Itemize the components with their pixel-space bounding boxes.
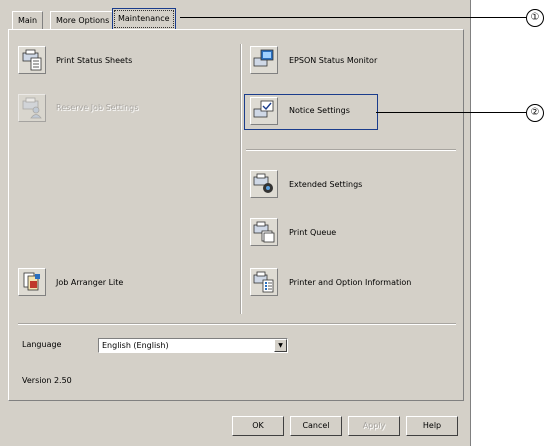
callout-line-1 (180, 17, 526, 18)
reserve-job-settings-label: Reserve Job Settings (56, 103, 139, 112)
notice-settings-icon (253, 100, 274, 118)
printer-person-icon (22, 97, 42, 119)
tab-main[interactable]: Main (12, 11, 44, 29)
chevron-down-icon[interactable]: ▼ (274, 339, 287, 352)
callout-marker-1: ① (526, 9, 544, 27)
language-value: English (English) (102, 341, 169, 350)
version-text: Version 2.50 (22, 376, 72, 385)
extended-settings-label: Extended Settings (289, 180, 363, 189)
reserve-job-settings-button[interactable] (18, 94, 46, 122)
printer-properties-dialog: Main More Options Maintenance Print Stat… (0, 0, 471, 446)
callout-marker-2: ② (526, 104, 544, 122)
tab-maintenance[interactable]: Maintenance (112, 8, 176, 30)
printer-option-info-button[interactable] (250, 268, 278, 296)
help-button[interactable]: Help (406, 416, 458, 436)
job-arranger-lite-label: Job Arranger Lite (56, 278, 124, 287)
right-separator (246, 149, 456, 151)
language-select[interactable]: English (English) ▼ (98, 338, 288, 353)
print-queue-icon (253, 221, 275, 243)
tab-more-options[interactable]: More Options (50, 11, 116, 29)
print-queue-button[interactable] (250, 218, 278, 246)
column-separator (240, 44, 242, 314)
extended-settings-icon (253, 173, 273, 193)
apply-button[interactable]: Apply (348, 416, 400, 436)
ok-button[interactable]: OK (232, 416, 284, 436)
print-queue-label: Print Queue (289, 228, 337, 237)
language-label: Language (22, 340, 62, 349)
printer-option-info-label: Printer and Option Information (289, 278, 412, 287)
cancel-button[interactable]: Cancel (290, 416, 342, 436)
status-monitor-icon (253, 49, 274, 67)
epson-status-monitor-label: EPSON Status Monitor (289, 56, 378, 65)
printer-sheet-icon (22, 49, 42, 71)
epson-status-monitor-button[interactable] (250, 46, 278, 74)
job-arranger-lite-button[interactable] (18, 268, 46, 296)
print-status-sheets-button[interactable] (18, 46, 46, 74)
extended-settings-button[interactable] (250, 170, 278, 198)
bottom-separator (18, 323, 456, 325)
notice-settings-label: Notice Settings (289, 106, 350, 115)
callout-line-2 (376, 112, 526, 113)
job-arranger-icon (23, 272, 40, 291)
notice-settings-button[interactable] (250, 97, 278, 125)
printer-info-icon (253, 271, 274, 293)
print-status-sheets-label: Print Status Sheets (56, 56, 133, 65)
